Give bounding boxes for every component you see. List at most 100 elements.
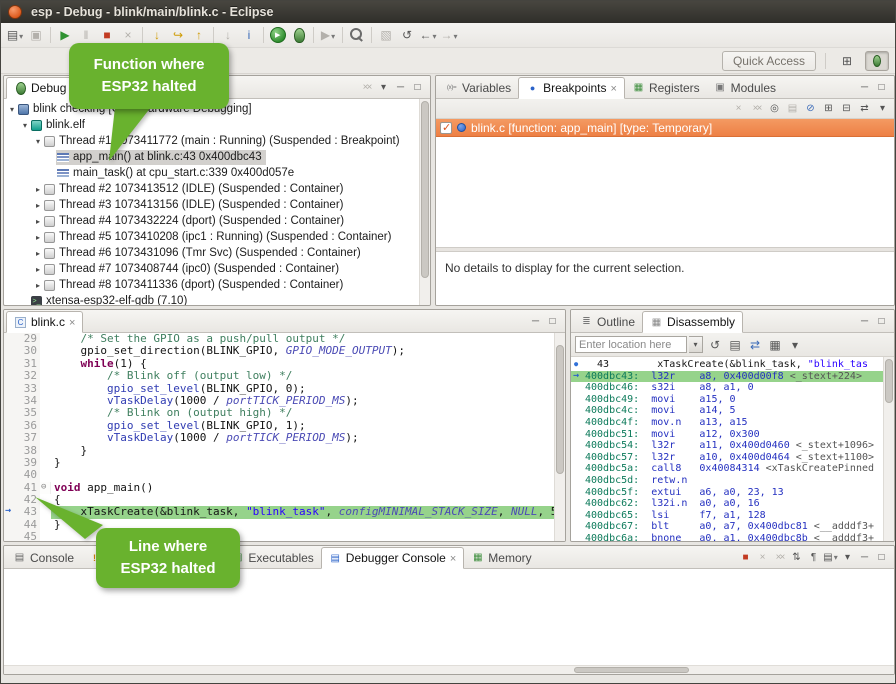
close-tab-icon[interactable] [450, 551, 456, 565]
editor-scrollbar[interactable] [554, 333, 565, 541]
breakpoint-checkbox[interactable] [440, 122, 452, 134]
breakpoint-row[interactable]: blink.c [function: app_main] [type: Temp… [436, 119, 894, 137]
window-close-button[interactable] [8, 5, 22, 19]
debug-tree-item[interactable]: ▸Thread #6 1073431096 (Tmr Svc) (Suspend… [4, 245, 430, 261]
step-return-icon[interactable]: ↑ [189, 25, 209, 45]
scrollbar-thumb[interactable] [421, 101, 429, 278]
disassembly-row[interactable]: 400dbc5d: retw.n [571, 475, 894, 487]
new-wizard-icon[interactable]: ▤ [5, 25, 25, 45]
debug-tree-item[interactable]: app_main() at blink.c:43 0x400dbc43 [4, 149, 430, 165]
disassembly-row[interactable]: 43 xTaskCreate(&blink_task, "blink_tas [571, 359, 894, 371]
disassembly-row[interactable]: 400dbc46: s32i a8, a1, 0 [571, 382, 894, 394]
remove-breakpoint-icon[interactable]: × [730, 100, 747, 117]
tab[interactable]: Console [6, 547, 81, 568]
sync-with-active-context-icon[interactable]: ⇄ [745, 335, 765, 355]
minimize-icon[interactable]: ─ [856, 549, 873, 566]
debug-tree-item[interactable]: xtensa-esp32-elf-gdb (7.10) [4, 293, 430, 305]
debug-scrollbar[interactable] [419, 99, 430, 305]
code-line[interactable]: 38 } [4, 445, 565, 457]
location-input[interactable]: Enter location here [575, 336, 687, 353]
minimize-icon[interactable]: ─ [856, 313, 873, 330]
tab[interactable]: Breakpoints [518, 77, 625, 99]
remove-all-launches-icon[interactable]: ×× [771, 549, 788, 566]
view-menu-icon[interactable]: ▾ [874, 100, 891, 117]
maximize-icon[interactable]: □ [873, 79, 890, 96]
terminate-icon[interactable]: ■ [737, 549, 754, 566]
collapse-all-icon[interactable]: ⊟ [838, 100, 855, 117]
close-tab-icon[interactable] [69, 315, 75, 329]
expander-icon[interactable]: ▸ [33, 281, 43, 290]
expander-icon[interactable]: ▾ [20, 121, 30, 130]
location-dropdown-icon[interactable]: ▾ [689, 336, 703, 353]
debug-tree-item[interactable]: main_task() at cpu_start.c:339 0x400d057… [4, 165, 430, 181]
open-console-icon[interactable]: ▤ [822, 549, 839, 566]
expander-icon[interactable]: ▾ [33, 137, 43, 146]
forward-icon[interactable]: → [439, 25, 459, 45]
show-source-icon[interactable]: ▤ [725, 335, 745, 355]
maximize-icon[interactable]: □ [873, 549, 890, 566]
disassembly-row[interactable]: 400dbc4f: mov.n a13, a15 [571, 417, 894, 429]
disassembly-row[interactable]: 400dbc5a: call8 0x40084314 <xTaskCreateP… [571, 463, 894, 475]
disassembly-row[interactable]: 400dbc49: movi a15, 0 [571, 394, 894, 406]
debug-tree[interactable]: ▾blink checking [GDB Hardware Debugging]… [4, 99, 430, 305]
expander-icon[interactable]: ▸ [33, 233, 43, 242]
tab[interactable]: Debug [6, 77, 74, 99]
scrollbar-thumb[interactable] [574, 667, 690, 673]
suspend-icon[interactable]: ‖ [76, 25, 96, 45]
scrollbar-thumb[interactable] [885, 359, 893, 403]
show-breakpoints-for-view-icon[interactable]: ◎ [766, 100, 783, 117]
mark-occurrences-icon[interactable]: ▧ [376, 25, 396, 45]
tab[interactable]: Modules [707, 77, 783, 98]
instruction-stepping-icon[interactable]: i [239, 25, 259, 45]
debug-icon[interactable] [289, 25, 309, 45]
disassembly-row[interactable]: 400dbc43: l32r a8, 0x400d00f8 <_stext+22… [571, 371, 894, 383]
step-over-icon[interactable]: ↪ [168, 25, 188, 45]
tab[interactable]: blink.c [6, 311, 83, 333]
disassembly-row[interactable]: 400dbc5f: extui a6, a0, 23, 13 [571, 487, 894, 499]
expander-icon[interactable]: ▸ [33, 249, 43, 258]
terminate-icon[interactable]: ■ [97, 25, 117, 45]
expander-icon[interactable]: ▸ [33, 185, 43, 194]
minimize-icon[interactable]: ─ [392, 79, 409, 96]
open-perspective-icon[interactable]: ⊞ [835, 51, 859, 71]
quick-access-button[interactable]: Quick Access [722, 51, 816, 71]
debug-tree-item[interactable]: ▸Thread #4 1073432224 (dport) (Suspended… [4, 213, 430, 229]
console-hscrollbar[interactable] [4, 665, 894, 674]
debug-tree-item[interactable]: ▸Thread #8 1073411336 (dport) (Suspended… [4, 277, 430, 293]
disassembly-row[interactable]: 400dbc67: blt a0, a7, 0x400dbc81 <__addd… [571, 521, 894, 533]
tab[interactable]: Debugger Console [321, 547, 465, 569]
code-line[interactable]: 39} [4, 457, 565, 469]
step-into-icon[interactable]: ↓ [147, 25, 167, 45]
debug-tree-item[interactable]: ▸Thread #5 1073410208 (ipc1 : Running) (… [4, 229, 430, 245]
search-icon[interactable] [347, 25, 367, 45]
expander-icon[interactable]: ▸ [33, 201, 43, 210]
refresh-icon[interactable]: ↺ [705, 335, 725, 355]
expander-icon[interactable]: ▸ [33, 217, 43, 226]
maximize-icon[interactable]: □ [873, 313, 890, 330]
expander-icon[interactable]: ▸ [33, 265, 43, 274]
view-menu-icon[interactable]: ▾ [839, 549, 856, 566]
breakpoints-list[interactable]: blink.c [function: app_main] [type: Temp… [436, 119, 894, 247]
maximize-icon[interactable]: □ [409, 79, 426, 96]
view-menu-icon[interactable]: ▾ [785, 335, 805, 355]
close-tab-icon[interactable] [611, 81, 617, 95]
debug-tree-item[interactable]: ▾Thread #1 1073411772 (main : Running) (… [4, 133, 430, 149]
disassembly-row[interactable]: 400dbc57: l32r a10, 0x400d0464 <_stext+1… [571, 452, 894, 464]
save-icon[interactable]: ▣ [26, 25, 46, 45]
disassembly-row[interactable]: 400dbc62: l32i.n a0, a0, 16 [571, 498, 894, 510]
view-menu-icon[interactable]: ▾ [375, 79, 392, 96]
debug-tree-item[interactable]: ▸Thread #7 1073408744 (ipc0) (Suspended … [4, 261, 430, 277]
minimize-icon[interactable]: ─ [856, 79, 873, 96]
disconnect-icon[interactable]: × [118, 25, 138, 45]
tab[interactable]: Variables [438, 77, 518, 98]
drop-to-frame-icon[interactable]: ↓ [218, 25, 238, 45]
expander-icon[interactable]: ▾ [7, 105, 17, 114]
scroll-lock-icon[interactable]: ⇅ [788, 549, 805, 566]
tab[interactable]: Memory [464, 547, 538, 568]
debug-tree-item[interactable]: ▸Thread #2 1073413512 (IDLE) (Suspended … [4, 181, 430, 197]
disassembly-body[interactable]: 43 xTaskCreate(&blink_task, "blink_tas 4… [571, 357, 894, 541]
disassembly-row[interactable]: 400dbc4c: movi a14, 5 [571, 405, 894, 417]
scrollbar-thumb[interactable] [556, 345, 564, 474]
last-edit-location-icon[interactable]: ↺ [397, 25, 417, 45]
disassembly-row[interactable]: 400dbc6a: bnone a0, a1, 0x400dbc8b <__ad… [571, 533, 894, 541]
